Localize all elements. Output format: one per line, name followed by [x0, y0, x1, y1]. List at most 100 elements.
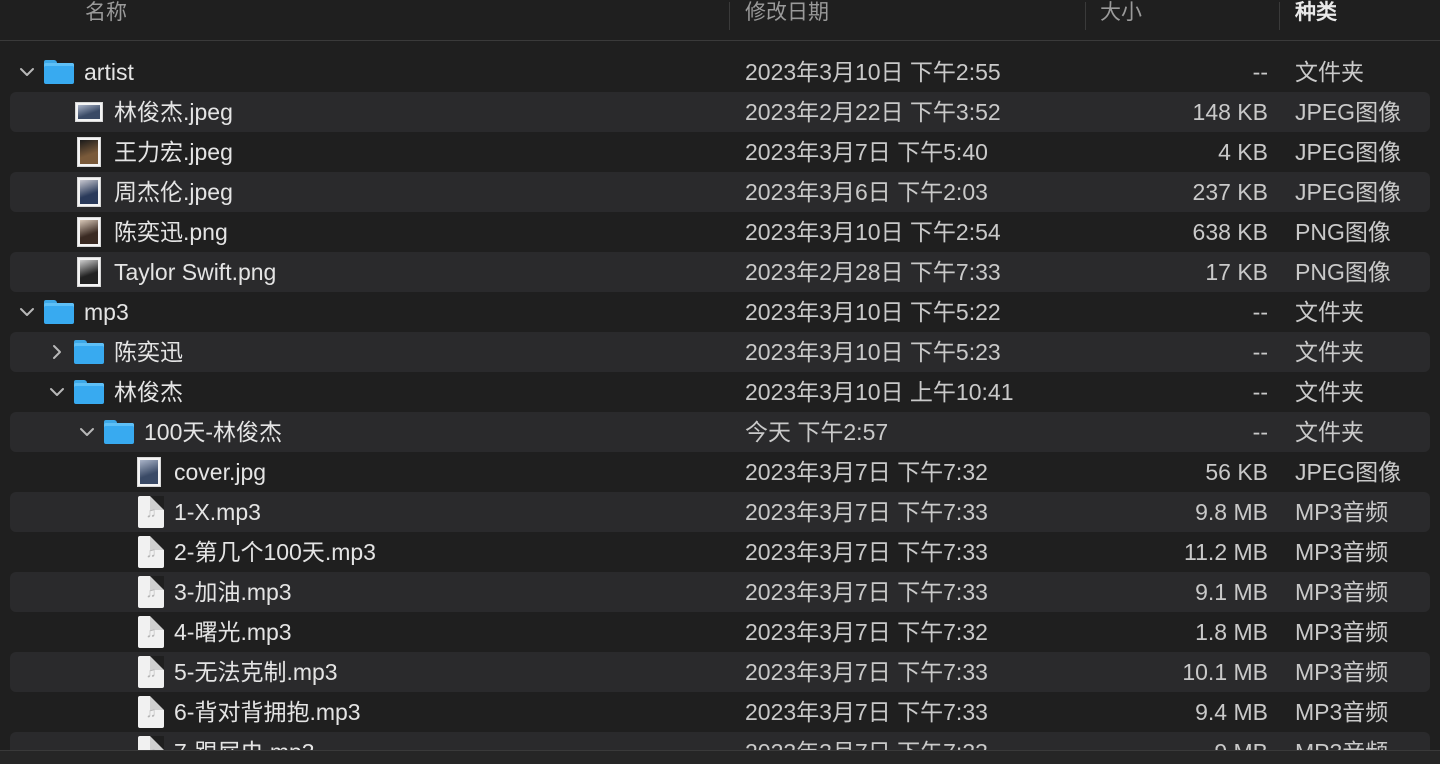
- modified-date: 2023年3月10日 下午5:23: [745, 339, 1001, 365]
- modified-date: 今天 下午2:57: [745, 419, 889, 445]
- modified-date: 2023年3月10日 上午10:41: [745, 379, 1014, 405]
- file-kind: MP3音频: [1295, 619, 1389, 645]
- file-size: 9.1 MB: [1195, 579, 1268, 605]
- file-size: --: [1252, 339, 1268, 365]
- audio-file-icon: ♫: [138, 576, 164, 608]
- file-kind: 文件夹: [1295, 59, 1364, 85]
- file-name: artist: [84, 59, 134, 85]
- file-row[interactable]: 陈奕迅.png 2023年3月10日 下午2:54 638 KB PNG图像: [0, 212, 1440, 252]
- file-row[interactable]: ♫ 2-第几个100天.mp3 2023年3月7日 下午7:33 11.2 MB MP3…: [0, 532, 1440, 572]
- file-row[interactable]: 陈奕迅 2023年3月10日 下午5:23 -- 文件夹: [0, 332, 1440, 372]
- file-row[interactable]: mp3 2023年3月10日 下午5:22 -- 文件夹: [0, 292, 1440, 332]
- file-size: 11.2 MB: [1184, 539, 1268, 565]
- image-thumbnail-icon: [77, 257, 101, 287]
- file-kind: 文件夹: [1295, 419, 1364, 445]
- file-kind: PNG图像: [1295, 219, 1391, 245]
- file-name: 100天-林俊杰: [144, 419, 283, 445]
- audio-file-icon: ♫: [138, 616, 164, 648]
- file-size: --: [1252, 379, 1268, 405]
- file-row[interactable]: ♫ 1-X.mp3 2023年3月7日 下午7:33 9.8 MB MP3音频: [0, 492, 1440, 532]
- column-divider[interactable]: [1279, 2, 1280, 30]
- modified-date: 2023年2月28日 下午7:33: [745, 259, 1001, 285]
- file-size: 237 KB: [1192, 179, 1268, 205]
- file-row[interactable]: 王力宏.jpeg 2023年3月7日 下午5:40 4 KB JPEG图像: [0, 132, 1440, 172]
- file-size: 56 KB: [1205, 459, 1268, 485]
- file-name: Taylor Swift.png: [114, 259, 277, 285]
- modified-date: 2023年3月7日 下午7:33: [745, 539, 988, 565]
- folder-icon: [104, 418, 134, 446]
- image-thumbnail-icon: [77, 217, 101, 247]
- file-row[interactable]: ♫ 3-加油.mp3 2023年3月7日 下午7:33 9.1 MB MP3音频: [0, 572, 1440, 612]
- file-list: artist 2023年3月10日 下午2:55 -- 文件夹 林俊杰.jpeg 2023…: [0, 52, 1440, 764]
- image-thumbnail-icon: [75, 102, 103, 122]
- column-header-size[interactable]: 大小: [1100, 0, 1142, 30]
- file-kind: JPEG图像: [1295, 99, 1402, 125]
- file-row[interactable]: 周杰伦.jpeg 2023年3月6日 下午2:03 237 KB JPEG图像: [0, 172, 1440, 212]
- file-size: 1.8 MB: [1195, 619, 1268, 645]
- folder-icon: [74, 338, 104, 366]
- modified-date: 2023年3月6日 下午2:03: [745, 179, 988, 205]
- file-name: 陈奕迅: [114, 339, 183, 365]
- file-row[interactable]: cover.jpg 2023年3月7日 下午7:32 56 KB JPEG图像: [0, 452, 1440, 492]
- file-name: mp3: [84, 299, 129, 325]
- image-thumbnail-icon: [77, 177, 101, 207]
- audio-file-icon: ♫: [138, 656, 164, 688]
- file-size: 148 KB: [1192, 99, 1268, 125]
- file-row[interactable]: Taylor Swift.png 2023年2月28日 下午7:33 17 KB PN…: [0, 252, 1440, 292]
- modified-date: 2023年3月7日 下午7:32: [745, 619, 988, 645]
- folder-icon: [44, 58, 74, 86]
- file-kind: MP3音频: [1295, 579, 1389, 605]
- file-kind: JPEG图像: [1295, 179, 1402, 205]
- file-size: 10.1 MB: [1182, 659, 1268, 685]
- file-name: 周杰伦.jpeg: [114, 179, 233, 205]
- file-kind: PNG图像: [1295, 259, 1391, 285]
- column-header-kind[interactable]: 种类: [1295, 0, 1337, 30]
- file-name: 3-加油.mp3: [174, 579, 292, 605]
- file-name: 2-第几个100天.mp3: [174, 539, 376, 565]
- file-name: cover.jpg: [174, 459, 267, 485]
- audio-file-icon: ♫: [138, 696, 164, 728]
- column-header-name[interactable]: 名称: [85, 0, 127, 30]
- file-kind: 文件夹: [1295, 299, 1364, 325]
- path-bar: [0, 750, 1440, 764]
- image-thumbnail-icon: [137, 457, 161, 487]
- modified-date: 2023年3月7日 下午7:33: [745, 499, 988, 525]
- modified-date: 2023年3月7日 下午5:40: [745, 139, 988, 165]
- list-header: 名称 修改日期 大小 种类: [0, 0, 1440, 41]
- file-kind: MP3音频: [1295, 539, 1389, 565]
- modified-date: 2023年3月7日 下午7:33: [745, 699, 988, 725]
- file-name: 5-无法克制.mp3: [174, 659, 338, 685]
- file-kind: MP3音频: [1295, 699, 1389, 725]
- modified-date: 2023年3月10日 下午2:55: [745, 59, 1001, 85]
- file-row[interactable]: ♫ 6-背对背拥抱.mp3 2023年3月7日 下午7:33 9.4 MB MP3音频: [0, 692, 1440, 732]
- file-size: 17 KB: [1205, 259, 1268, 285]
- chevron-down-icon[interactable]: [78, 423, 96, 441]
- file-kind: JPEG图像: [1295, 459, 1402, 485]
- file-row[interactable]: 100天-林俊杰 今天 下午2:57 -- 文件夹: [0, 412, 1440, 452]
- chevron-down-icon[interactable]: [18, 303, 36, 321]
- file-row[interactable]: ♫ 4-曙光.mp3 2023年3月7日 下午7:32 1.8 MB MP3音频: [0, 612, 1440, 652]
- folder-icon: [44, 298, 74, 326]
- chevron-down-icon[interactable]: [18, 63, 36, 81]
- audio-file-icon: ♫: [138, 496, 164, 528]
- file-size: 9.4 MB: [1195, 699, 1268, 725]
- file-row[interactable]: ♫ 5-无法克制.mp3 2023年3月7日 下午7:33 10.1 MB MP3音频: [0, 652, 1440, 692]
- file-row[interactable]: artist 2023年3月10日 下午2:55 -- 文件夹: [0, 52, 1440, 92]
- column-divider[interactable]: [1085, 2, 1086, 30]
- chevron-down-icon[interactable]: [48, 383, 66, 401]
- file-kind: 文件夹: [1295, 379, 1364, 405]
- modified-date: 2023年3月7日 下午7:32: [745, 459, 988, 485]
- file-size: --: [1252, 419, 1268, 445]
- image-thumbnail-icon: [77, 137, 101, 167]
- column-divider[interactable]: [729, 2, 730, 30]
- file-row[interactable]: 林俊杰 2023年3月10日 上午10:41 -- 文件夹: [0, 372, 1440, 412]
- file-name: 6-背对背拥抱.mp3: [174, 699, 361, 725]
- file-kind: 文件夹: [1295, 339, 1364, 365]
- file-row[interactable]: 林俊杰.jpeg 2023年2月22日 下午3:52 148 KB JPEG图像: [0, 92, 1440, 132]
- file-kind: MP3音频: [1295, 499, 1389, 525]
- chevron-right-icon[interactable]: [48, 343, 66, 361]
- modified-date: 2023年3月10日 下午5:22: [745, 299, 1001, 325]
- column-header-date[interactable]: 修改日期: [745, 0, 829, 30]
- file-size: 4 KB: [1218, 139, 1268, 165]
- audio-file-icon: ♫: [138, 536, 164, 568]
